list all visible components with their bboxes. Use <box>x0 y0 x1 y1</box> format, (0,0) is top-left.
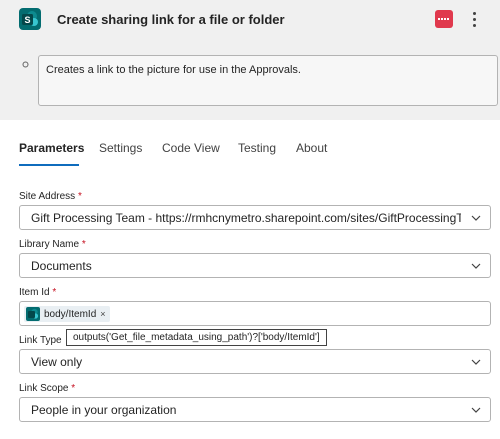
chevron-down-icon <box>471 215 481 221</box>
description-input[interactable] <box>38 55 498 106</box>
error-status-button[interactable] <box>435 10 453 28</box>
tab-testing[interactable]: Testing <box>238 141 276 155</box>
action-header[interactable]: S Create sharing link for a file or fold… <box>0 0 500 46</box>
tab-parameters[interactable]: Parameters <box>19 141 84 155</box>
tab-code-view[interactable]: Code View <box>162 141 220 155</box>
tab-about[interactable]: About <box>296 141 327 155</box>
site-address-dropdown[interactable]: Gift Processing Team - https://rmhcnymet… <box>19 205 491 230</box>
library-name-dropdown[interactable]: Documents <box>19 253 491 278</box>
dynamic-content-token[interactable]: body/ItemId × <box>24 306 110 322</box>
sharepoint-icon <box>26 307 40 321</box>
item-id-label: Item Id * <box>19 287 57 298</box>
more-options-button[interactable] <box>470 9 480 29</box>
link-type-value: View only <box>31 355 83 369</box>
token-label: body/ItemId <box>44 308 97 320</box>
chevron-down-icon <box>471 263 481 269</box>
chevron-down-icon <box>471 407 481 413</box>
link-scope-dropdown[interactable]: People in your organization <box>19 397 491 422</box>
comment-icon <box>22 60 29 71</box>
remove-token-button[interactable]: × <box>100 309 105 319</box>
description-text: Creates a link to the picture for use in… <box>46 64 301 76</box>
site-address-value: Gift Processing Team - https://rmhcnymet… <box>31 211 461 225</box>
dots-icon <box>438 18 450 20</box>
svg-text:S: S <box>24 15 30 25</box>
expression-tooltip: outputs('Get_file_metadata_using_path')?… <box>66 329 327 346</box>
library-name-value: Documents <box>31 259 92 273</box>
sharepoint-icon: S <box>19 8 41 30</box>
link-scope-value: People in your organization <box>31 403 177 417</box>
active-tab-indicator <box>19 164 79 166</box>
ellipsis-icon <box>473 12 476 15</box>
link-type-label: Link Type <box>19 335 62 346</box>
link-type-dropdown[interactable]: View only <box>19 349 491 374</box>
link-scope-label: Link Scope * <box>19 383 76 394</box>
action-title: Create sharing link for a file or folder <box>57 12 285 27</box>
chevron-down-icon <box>471 359 481 365</box>
site-address-label: Site Address * <box>19 191 82 202</box>
library-name-label: Library Name * <box>19 239 86 250</box>
tab-settings[interactable]: Settings <box>99 141 142 155</box>
